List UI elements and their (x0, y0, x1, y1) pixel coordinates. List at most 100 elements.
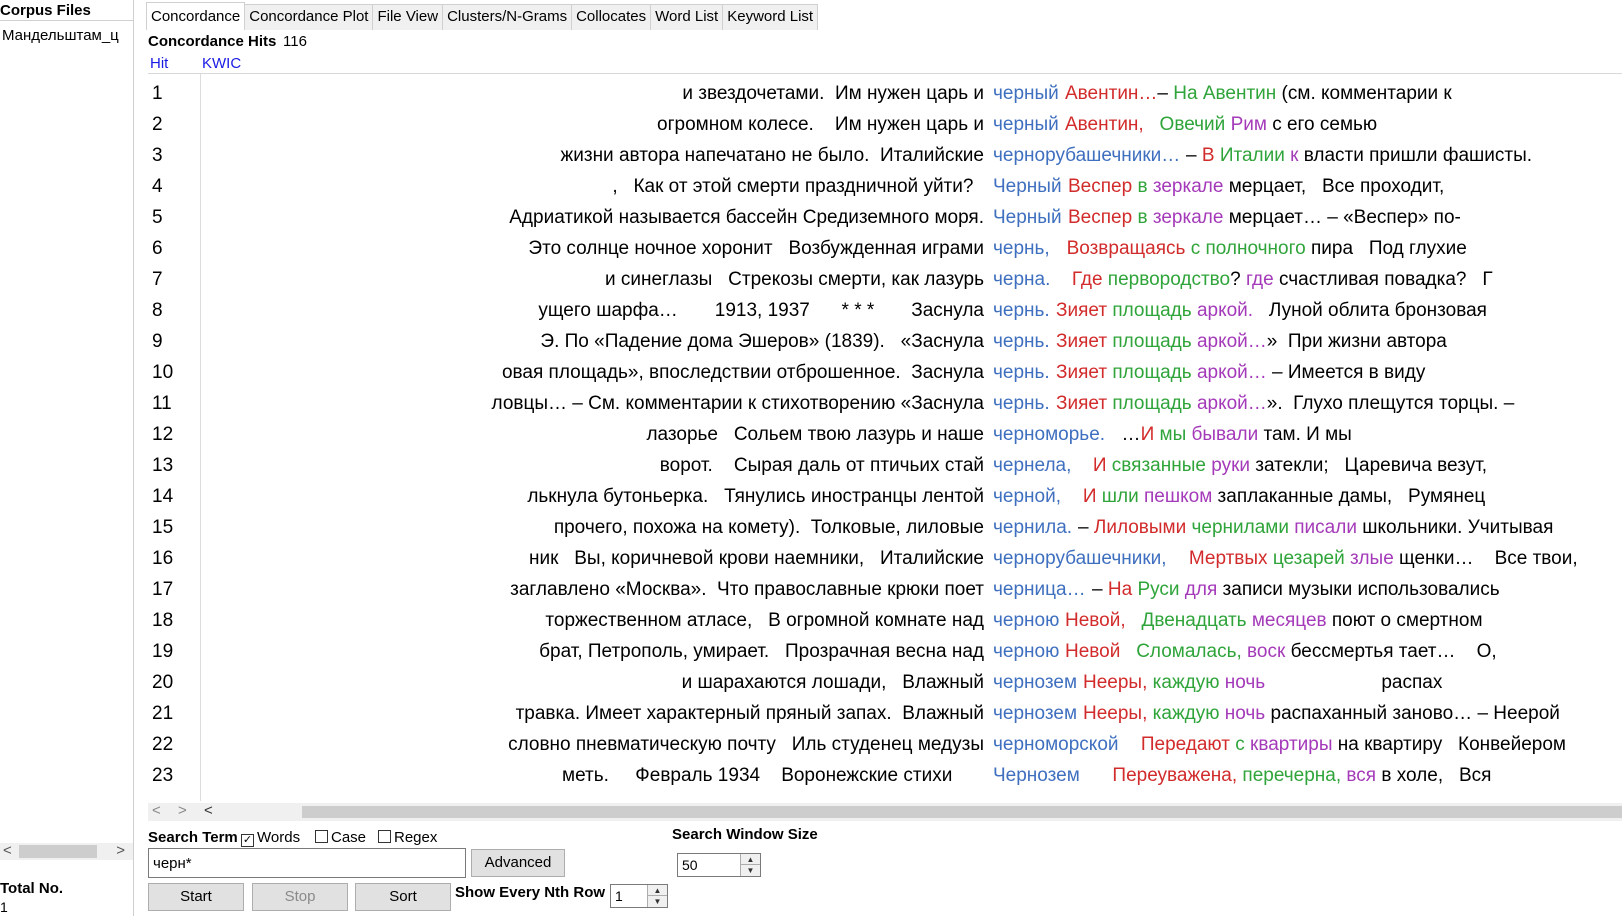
table-row[interactable]: 23 меть. Февраль 1934 Воронежские стихи Ч… (148, 760, 1622, 791)
kwic-right-context: – В Италии к власти пришли фашисты. (1186, 140, 1532, 171)
regex-checkbox[interactable]: Regex (378, 829, 437, 846)
kwic-keyword[interactable]: чернозем (993, 698, 1077, 729)
kwic-keyword[interactable]: чернь. (993, 326, 1050, 357)
table-row[interactable]: 6 Это солнце ночное хоронит Возбужденная … (148, 233, 1622, 264)
table-row[interactable]: 13 ворот. Сырая даль от птичьих стай черне… (148, 450, 1622, 481)
kwic-keyword[interactable]: черница… (993, 574, 1086, 605)
table-row[interactable]: 1и звездочетами. Им нужен царь и черный Ав… (148, 78, 1622, 109)
kwic-keyword[interactable]: черною (993, 636, 1059, 667)
triangle-down-icon[interactable]: ▼ (740, 865, 760, 876)
kwic-keyword[interactable]: чернела, (993, 450, 1071, 481)
concordance-table[interactable]: 1и звездочетами. Им нужен царь и черный Ав… (148, 73, 1622, 801)
chevron-left-icon[interactable]: < (152, 802, 161, 819)
checkbox-empty-icon[interactable] (315, 830, 328, 843)
tab-clusters-ngrams[interactable]: Clusters/N-Grams (442, 4, 573, 30)
table-row[interactable]: 5 Адриатикой называется бассейн Средиземн… (148, 202, 1622, 233)
concordance-table-header: Hit KWIC (148, 55, 1622, 73)
table-row[interactable]: 8 ущего шарфа… 1913, 1937 * * * Заснула че… (148, 295, 1622, 326)
kwic-keyword[interactable]: черный (993, 78, 1059, 109)
nth-row-value[interactable]: 1 (615, 888, 623, 904)
kwic-keyword[interactable]: Черный (993, 202, 1062, 233)
column-header-kwic[interactable]: KWIC (202, 55, 241, 72)
table-row[interactable]: 14 лькнула бутоньерка. Тянулись иностранц… (148, 481, 1622, 512)
kwic-keyword[interactable]: чернь. (993, 357, 1050, 388)
sort-button[interactable]: Sort (355, 883, 451, 911)
tab-file-view[interactable]: File View (372, 4, 444, 30)
kwic-keyword[interactable]: Чернозем (993, 760, 1080, 791)
table-row[interactable]: 18 торжественном атласе, В огромной комна… (148, 605, 1622, 636)
table-row[interactable]: 9 Э. По «Падение дома Эшеров» (1839). «За… (148, 326, 1622, 357)
kwic-keyword[interactable]: Черный (993, 171, 1062, 202)
tab-keyword-list[interactable]: Keyword List (722, 4, 819, 30)
kwic-keyword[interactable]: чернорубашечники… (993, 140, 1180, 171)
table-row[interactable]: 16 ник Вы, коричневой крови наемники, Ита… (148, 543, 1622, 574)
chevron-left-icon[interactable]: < (3, 842, 12, 859)
tab-word-list[interactable]: Word List (650, 4, 724, 30)
checkbox-empty-icon[interactable] (378, 830, 391, 843)
nth-row-spinner[interactable]: 1 ▲ ▼ (610, 884, 668, 908)
kwic-keyword[interactable]: чернила. (993, 512, 1072, 543)
table-row[interactable]: 10 овая площадь», впоследствии отброшенно… (148, 357, 1622, 388)
table-row[interactable]: 12 лазорье Сольем твою лазурь и наше черно… (148, 419, 1622, 450)
kwic-left-context: Э. По «Падение дома Эшеров» (1839). «Зас… (540, 331, 984, 352)
context-text: – Имеется в виду (1266, 362, 1426, 383)
hit-number: 19 (152, 641, 174, 662)
table-row[interactable]: 15 прочего, похожа на комету). Толковые, … (148, 512, 1622, 543)
kwic-left-context: ловцы… – См. комментарии к стихотворению… (491, 393, 984, 414)
table-row[interactable]: 11 ловцы… – См. комментарии к стихотворен… (148, 388, 1622, 419)
table-row[interactable]: 3 жизни автора напечатано не было. Италий… (148, 140, 1622, 171)
column-header-hit[interactable]: Hit (150, 55, 168, 72)
kwic-keyword[interactable]: чернозем (993, 667, 1077, 698)
search-term-label: Search Term (148, 829, 238, 846)
table-row[interactable]: 19 брат, Петрополь, умирает. Прозрачная в… (148, 636, 1622, 667)
corpus-file-item[interactable]: Мандельштам_ц (0, 21, 133, 44)
collocate-word: площадь (1112, 331, 1192, 352)
kwic-keyword[interactable]: чернь, (993, 233, 1050, 264)
context-text: щенки… Все твои, (1393, 548, 1578, 569)
kwic-keyword[interactable]: черный (993, 109, 1059, 140)
scrollbar-thumb[interactable] (19, 845, 97, 858)
kwic-keyword[interactable]: чернорубашечники, (993, 543, 1167, 574)
table-row[interactable]: 4, Как от этой смерти праздничной уйти? … (148, 171, 1622, 202)
start-button[interactable]: Start (148, 883, 244, 911)
tab-concordance-plot[interactable]: Concordance Plot (244, 4, 374, 30)
corpus-file-list[interactable]: Мандельштам_ц (0, 20, 133, 828)
words-checkbox[interactable]: ✓ Words (241, 829, 300, 847)
table-row[interactable]: 2 огромном колесе. Им нужен царь и черный А… (148, 109, 1622, 140)
checkbox-checked-icon[interactable]: ✓ (241, 834, 254, 847)
kwic-keyword[interactable]: черноморье. (993, 419, 1105, 450)
collocate-word: зеркале (1152, 207, 1224, 228)
collocate-word: Мертвых (1188, 548, 1268, 569)
table-row[interactable]: 17 заглавлено «Москва». Что православные … (148, 574, 1622, 605)
context-text (1144, 114, 1160, 135)
context-text: поют о смертном (1326, 610, 1483, 631)
kwic-keyword[interactable]: черноморской (993, 729, 1119, 760)
kwic-keyword[interactable]: черна. (993, 264, 1050, 295)
search-window-size-spinner[interactable]: 50 ▲ ▼ (677, 853, 761, 877)
table-row[interactable]: 22 словно пневматическую почту Иль студен… (148, 729, 1622, 760)
chevron-right-icon[interactable]: > (178, 802, 187, 819)
chevron-right-icon[interactable]: > (116, 842, 125, 859)
search-term-input[interactable] (148, 848, 466, 878)
advanced-button[interactable]: Advanced (471, 849, 565, 877)
tab-collocates[interactable]: Collocates (571, 4, 652, 30)
triangle-down-icon[interactable]: ▼ (647, 896, 667, 907)
table-row[interactable]: 20 и шарахаются лошади, Влажный чернозем Не… (148, 667, 1622, 698)
stop-button[interactable]: Stop (252, 883, 348, 911)
triangle-up-icon[interactable]: ▲ (647, 885, 667, 896)
corpus-list-scrollbar[interactable]: < > (0, 842, 133, 860)
scrollbar-thumb[interactable] (302, 806, 1622, 818)
kwic-keyword[interactable]: черной, (993, 481, 1061, 512)
case-checkbox[interactable]: Case (315, 829, 366, 846)
tab-concordance[interactable]: Concordance (146, 2, 246, 30)
chevron-left-icon[interactable]: < (204, 802, 213, 819)
kwic-keyword[interactable]: чернь. (993, 388, 1050, 419)
context-text: заплаканные дамы, Румянец (1212, 486, 1486, 507)
triangle-up-icon[interactable]: ▲ (740, 854, 760, 865)
search-window-size-value[interactable]: 50 (682, 857, 698, 873)
kwic-keyword[interactable]: чернь. (993, 295, 1050, 326)
table-row[interactable]: 21 травка. Имеет характерный пряный запах… (148, 698, 1622, 729)
concordance-horizontal-scrollbar[interactable]: < > < (148, 802, 1622, 821)
table-row[interactable]: 7 и синеглазы Стрекозы смерти, как лазурь… (148, 264, 1622, 295)
kwic-keyword[interactable]: черною (993, 605, 1059, 636)
